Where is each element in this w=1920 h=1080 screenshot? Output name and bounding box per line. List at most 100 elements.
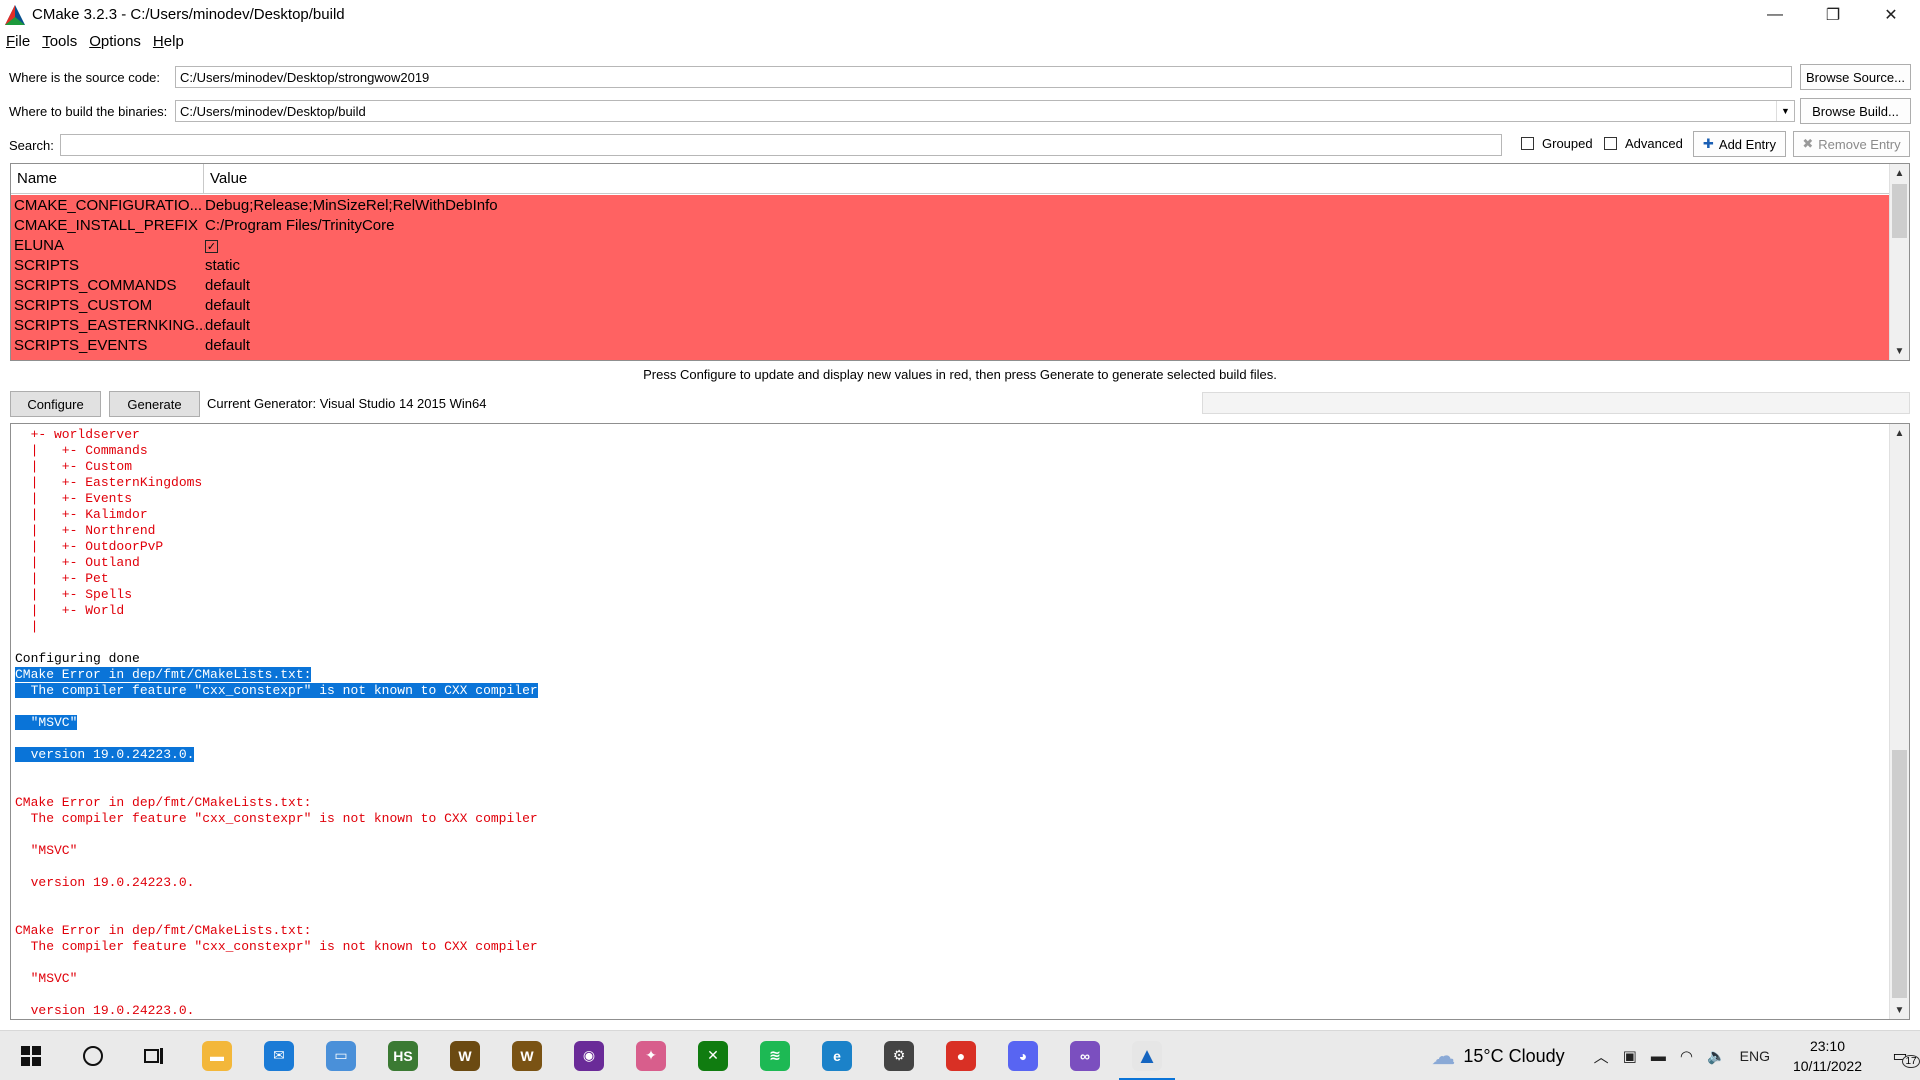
notification-center-button[interactable]: ▭ 17 xyxy=(1880,1046,1920,1068)
advanced-label: Advanced xyxy=(1625,136,1683,151)
eluna-checkbox[interactable]: ✓ xyxy=(205,239,218,253)
scroll-up-icon[interactable]: ▲ xyxy=(1890,164,1909,182)
taskbar-app[interactable]: ✉ xyxy=(248,1031,310,1080)
taskbar-app[interactable]: ● xyxy=(930,1031,992,1080)
table-scroll-thumb[interactable] xyxy=(1892,184,1907,238)
taskbar-app[interactable]: ▲ xyxy=(1116,1031,1178,1080)
column-header-value[interactable]: Value xyxy=(204,164,1909,193)
weather-widget[interactable]: ☁ 15°C Cloudy xyxy=(1431,1042,1564,1071)
taskbar-app[interactable]: ▬ xyxy=(186,1031,248,1080)
taskbar-app[interactable]: ◉ xyxy=(558,1031,620,1080)
output-line: version 19.0.24223.0. xyxy=(15,1003,538,1019)
configure-button[interactable]: Configure xyxy=(10,391,101,417)
binaries-path-combo[interactable]: C:/Users/minodev/Desktop/build ▼ xyxy=(175,100,1795,122)
cache-entry-name[interactable]: SCRIPTS_CUSTOM xyxy=(11,297,205,314)
cache-entry-name[interactable]: SCRIPTS_EVENTS xyxy=(11,337,205,354)
minimize-button[interactable]: — xyxy=(1746,0,1804,29)
volume-icon[interactable]: 🔈 xyxy=(1707,1047,1726,1065)
language-indicator[interactable]: ENG xyxy=(1740,1048,1770,1064)
browse-build-button[interactable]: Browse Build... xyxy=(1800,98,1911,124)
scroll-down-icon[interactable]: ▼ xyxy=(1890,1001,1909,1019)
cache-entry-name[interactable]: SCRIPTS_COMMANDS xyxy=(11,277,205,294)
taskbar-app[interactable]: ◕ xyxy=(992,1031,1054,1080)
output-line: The compiler feature "cxx_constexpr" is … xyxy=(15,811,538,827)
close-button[interactable]: ✕ xyxy=(1862,0,1920,29)
start-button[interactable] xyxy=(0,1031,62,1080)
taskbar-app[interactable]: e xyxy=(806,1031,868,1080)
cache-entry-value[interactable]: Debug;Release;MinSizeRel;RelWithDebInfo xyxy=(205,197,498,214)
chevron-up-icon[interactable]: ︿ xyxy=(1594,1046,1609,1067)
cache-entry-value[interactable]: static xyxy=(205,257,240,274)
table-row[interactable]: SCRIPTS_COMMANDS default xyxy=(11,275,1889,295)
remove-entry-button[interactable]: ✖ Remove Entry xyxy=(1793,131,1910,157)
mail-icon: ✉ xyxy=(264,1040,294,1071)
cache-entry-value[interactable]: ✓ xyxy=(205,237,218,254)
cache-entry-value[interactable]: default xyxy=(205,297,250,314)
output-line-text: "MSVC" xyxy=(15,715,78,730)
taskbar-app[interactable]: HS xyxy=(372,1031,434,1080)
scroll-down-icon[interactable]: ▼ xyxy=(1890,342,1909,360)
output-line: version 19.0.24223.0. xyxy=(15,875,538,891)
taskbar-app[interactable]: ✦ xyxy=(620,1031,682,1080)
menu-tools[interactable]: Tools xyxy=(42,33,77,50)
output-line-text: CMake Error in dep/fmt/CMakeLists.txt: xyxy=(15,795,312,810)
cache-entry-name[interactable]: CMAKE_INSTALL_PREFIX xyxy=(11,217,205,234)
output-line-text: | +- Kalimdor xyxy=(15,507,148,522)
scroll-up-icon[interactable]: ▲ xyxy=(1890,424,1909,442)
taskbar-app[interactable]: ∞ xyxy=(1054,1031,1116,1080)
output-line: +- worldserver xyxy=(15,427,538,443)
table-row[interactable]: SCRIPTS static xyxy=(11,255,1889,275)
chevron-down-icon[interactable]: ▼ xyxy=(1776,101,1794,121)
output-scroll-thumb[interactable] xyxy=(1892,750,1907,998)
column-header-name[interactable]: Name xyxy=(11,164,204,193)
taskbar-app[interactable]: W xyxy=(496,1031,558,1080)
cache-entry-value[interactable]: default xyxy=(205,317,250,334)
output-line-text: | +- Pet xyxy=(15,571,109,586)
table-row[interactable]: SCRIPTS_EVENTS default xyxy=(11,335,1889,355)
taskbar-app[interactable]: ✕ xyxy=(682,1031,744,1080)
output-log[interactable]: +- worldserver | +- Commands | +- Custom… xyxy=(10,423,1910,1020)
menu-file[interactable]: File xyxy=(6,33,30,50)
search-input[interactable] xyxy=(60,134,1502,156)
meet-now-icon[interactable]: ▣ xyxy=(1623,1047,1637,1065)
network-icon[interactable]: ◠ xyxy=(1680,1047,1693,1065)
notification-count: 17 xyxy=(1902,1055,1920,1068)
cache-entry-name[interactable]: SCRIPTS_EASTERNKING... xyxy=(11,317,205,334)
pinned-apps: ▬ ✉ ▭ HS W W ◉ ✦ ✕ ≋ e ⚙ ● ◕ ∞ ▲ xyxy=(186,1031,1178,1080)
cache-entry-name[interactable]: CMAKE_CONFIGURATIO... xyxy=(11,197,205,214)
table-row[interactable]: CMAKE_INSTALL_PREFIX C:/Program Files/Tri… xyxy=(11,215,1889,235)
cache-entry-value[interactable]: default xyxy=(205,277,250,294)
output-line-text: version 19.0.24223.0. xyxy=(15,747,195,762)
grouped-checkbox[interactable] xyxy=(1521,137,1534,150)
table-scrollbar[interactable]: ▲ ▼ xyxy=(1889,164,1909,360)
task-view-icon xyxy=(144,1047,163,1064)
browse-source-button[interactable]: Browse Source... xyxy=(1800,64,1911,90)
generate-button[interactable]: Generate xyxy=(109,391,200,417)
taskbar-app[interactable]: ≋ xyxy=(744,1031,806,1080)
taskbar-app[interactable]: ▭ xyxy=(310,1031,372,1080)
maximize-button[interactable]: ❐ xyxy=(1804,0,1862,29)
table-row[interactable]: SCRIPTS_CUSTOM default xyxy=(11,295,1889,315)
clock[interactable]: 23:10 10/11/2022 xyxy=(1793,1036,1862,1076)
cache-entry-value[interactable]: default xyxy=(205,337,250,354)
output-scrollbar[interactable]: ▲ ▼ xyxy=(1889,424,1909,1019)
cache-entry-value[interactable]: C:/Program Files/TrinityCore xyxy=(205,217,394,234)
advanced-checkbox[interactable] xyxy=(1604,137,1617,150)
table-row[interactable]: CMAKE_CONFIGURATIO... Debug;Release;MinSi… xyxy=(11,195,1889,215)
grouped-checkbox-wrap[interactable]: Grouped xyxy=(1521,136,1593,151)
cache-entry-name[interactable]: ELUNA xyxy=(11,237,205,254)
cache-entry-name[interactable]: SCRIPTS xyxy=(11,257,205,274)
taskbar-app[interactable]: ⚙ xyxy=(868,1031,930,1080)
task-view-button[interactable] xyxy=(124,1031,186,1080)
menu-options[interactable]: Options xyxy=(89,33,141,50)
add-entry-button[interactable]: ✚ Add Entry xyxy=(1693,131,1786,157)
menu-help[interactable]: Help xyxy=(153,33,184,50)
battery-icon[interactable]: ▬ xyxy=(1651,1048,1666,1065)
advanced-checkbox-wrap[interactable]: Advanced xyxy=(1604,136,1683,151)
search-button[interactable] xyxy=(62,1031,124,1080)
table-row[interactable]: ELUNA ✓ xyxy=(11,235,1889,255)
source-path-field[interactable]: C:/Users/minodev/Desktop/strongwow2019 xyxy=(175,66,1792,88)
table-row[interactable]: SCRIPTS_EASTERNKING... default xyxy=(11,315,1889,335)
taskbar-app[interactable]: W xyxy=(434,1031,496,1080)
